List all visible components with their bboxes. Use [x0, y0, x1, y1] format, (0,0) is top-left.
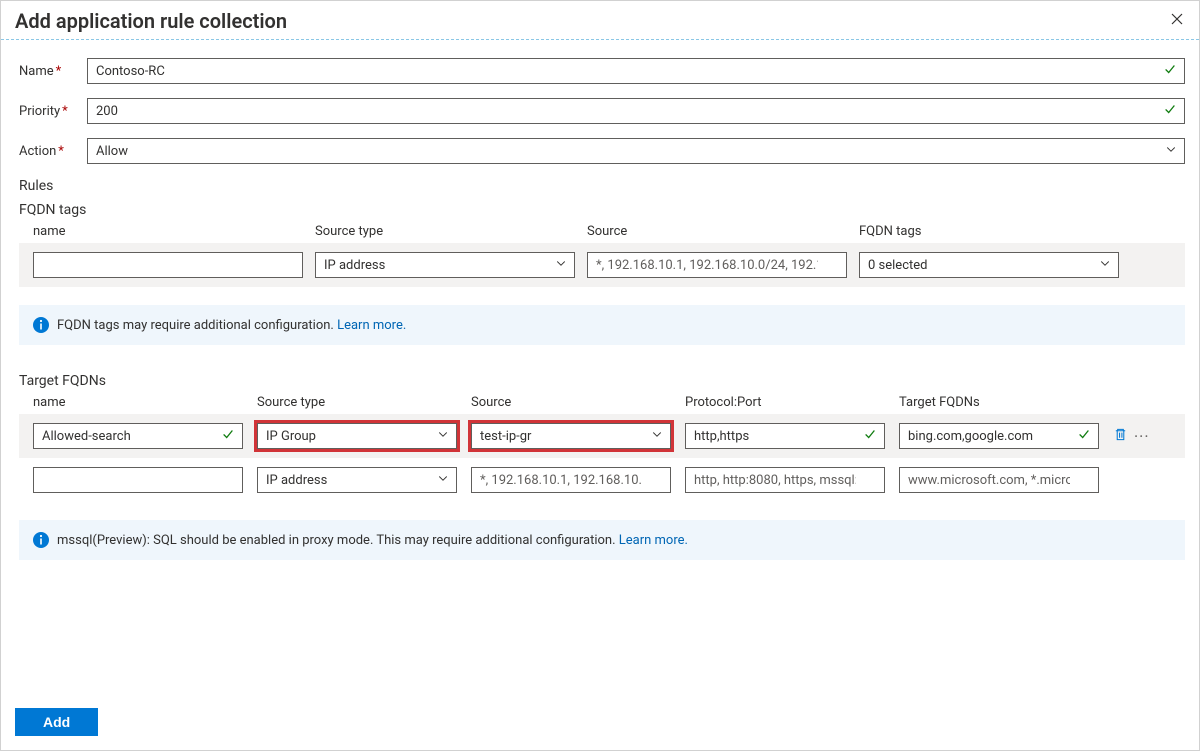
target-blank-row	[19, 458, 1185, 502]
fqdn-tags-heading: FQDN tags	[19, 202, 1185, 218]
close-icon[interactable]	[1169, 11, 1185, 31]
fqdn-info-bar: FQDN tags may require additional configu…	[19, 305, 1185, 345]
add-button[interactable]: Add	[15, 708, 98, 736]
col-name: name	[33, 224, 303, 239]
panel-add-application-rule-collection: Add application rule collection Name* Pr…	[0, 0, 1200, 751]
name-input[interactable]	[87, 58, 1185, 84]
info-icon	[33, 532, 49, 548]
priority-label: Priority*	[19, 104, 87, 119]
target-info-bar: mssql(Preview): SQL should be enabled in…	[19, 520, 1185, 560]
col-name: name	[33, 395, 243, 410]
target-source-type-select[interactable]	[257, 423, 457, 449]
rules-heading: Rules	[19, 178, 1185, 194]
col-source-type: Source type	[257, 395, 457, 410]
target-fqdns-section: Target FQDNs name Source type Source Pro…	[19, 373, 1185, 560]
target-fqdns-grid-header: name Source type Source Protocol:Port Ta…	[19, 395, 1185, 414]
fqdn-info-text: FQDN tags may require additional configu…	[57, 318, 334, 333]
panel-header: Add application rule collection	[1, 1, 1199, 40]
fqdn-tags-grid-header: name Source type Source FQDN tags	[19, 224, 1185, 243]
fqdn-name-input[interactable]	[33, 252, 303, 278]
target-row: ···	[19, 414, 1185, 458]
target-info-link[interactable]: Learn more.	[619, 533, 688, 548]
target-target-input-blank[interactable]	[899, 467, 1099, 493]
target-source-type-select-blank[interactable]	[257, 467, 457, 493]
panel-title: Add application rule collection	[15, 9, 287, 33]
fqdn-tags-select[interactable]	[859, 252, 1119, 278]
col-target: Target FQDNs	[899, 395, 1099, 410]
col-fqdn-tags: FQDN tags	[859, 224, 1119, 239]
fqdn-source-input[interactable]	[587, 252, 847, 278]
target-protocol-port-input[interactable]	[685, 423, 885, 449]
action-select[interactable]	[87, 138, 1185, 164]
form-row-action: Action*	[19, 138, 1185, 164]
target-name-input-blank[interactable]	[33, 467, 243, 493]
name-label: Name*	[19, 64, 87, 79]
col-source: Source	[471, 395, 671, 410]
form-row-priority: Priority*	[19, 98, 1185, 124]
col-source: Source	[587, 224, 847, 239]
fqdn-tags-row	[19, 243, 1185, 287]
target-fqdns-heading: Target FQDNs	[19, 373, 1185, 389]
fqdn-source-type-select[interactable]	[315, 252, 575, 278]
panel-body: Name* Priority* Acti	[1, 40, 1199, 694]
target-protocol-port-input-blank[interactable]	[685, 467, 885, 493]
fqdn-info-link[interactable]: Learn more.	[337, 318, 406, 333]
priority-input[interactable]	[87, 98, 1185, 124]
fqdn-tags-section: FQDN tags name Source type Source FQDN t…	[19, 202, 1185, 345]
form-row-name: Name*	[19, 58, 1185, 84]
target-name-input[interactable]	[33, 423, 243, 449]
target-info-text: mssql(Preview): SQL should be enabled in…	[57, 533, 616, 548]
trash-icon[interactable]	[1113, 427, 1128, 446]
target-source-select[interactable]	[471, 423, 671, 449]
col-source-type: Source type	[315, 224, 575, 239]
panel-footer: Add	[1, 694, 1199, 750]
target-target-input[interactable]	[899, 423, 1099, 449]
target-source-input-blank[interactable]	[471, 467, 671, 493]
action-label: Action*	[19, 144, 87, 159]
more-icon[interactable]: ···	[1134, 427, 1150, 446]
info-icon	[33, 317, 49, 333]
col-protocol-port: Protocol:Port	[685, 395, 885, 410]
